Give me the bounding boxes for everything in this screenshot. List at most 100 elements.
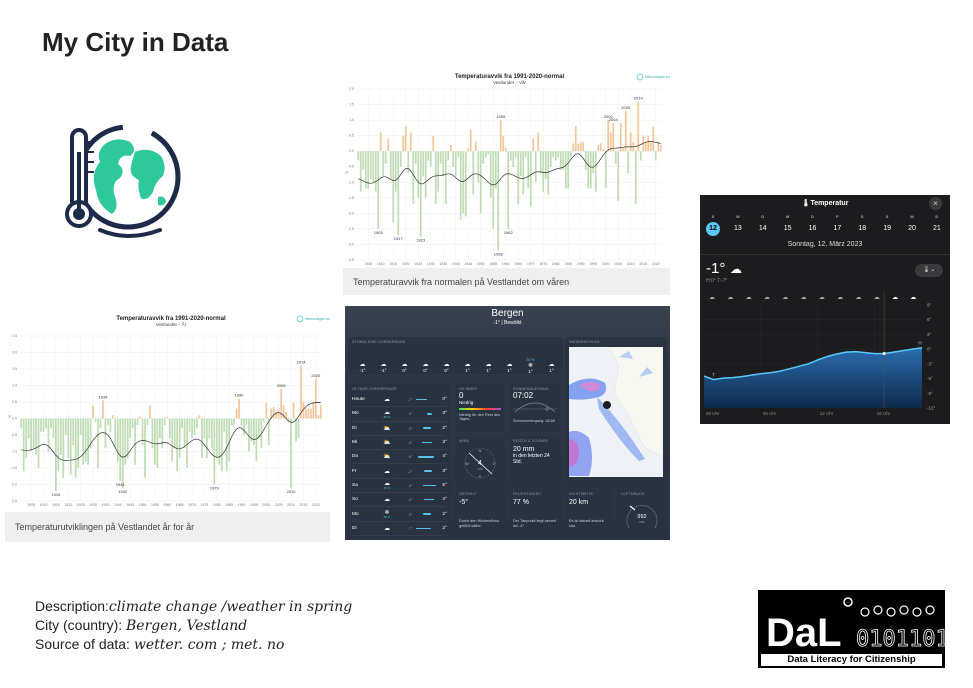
bar-1955 xyxy=(154,418,156,465)
bar-1945 xyxy=(467,148,470,152)
wind-unit: m/s xyxy=(478,467,483,471)
compass-w: W xyxy=(465,461,469,466)
bar-1924 xyxy=(77,418,80,468)
bar-1989 xyxy=(577,143,580,152)
bar-1977 xyxy=(208,418,211,439)
day-label: So xyxy=(352,497,358,503)
bar-1962 xyxy=(509,151,512,161)
day-label: Mi xyxy=(352,440,358,446)
y-tick-label: 3° xyxy=(927,332,932,337)
date-picker-day[interactable]: S 18 xyxy=(852,214,872,236)
bar-1903 xyxy=(25,418,28,459)
bar-1910 xyxy=(42,418,45,432)
bar-1953 xyxy=(487,151,490,155)
hourly-item: ☁ 1° xyxy=(541,357,562,373)
bar-1927 xyxy=(422,151,425,177)
bar-1953 xyxy=(149,405,151,419)
bar-1946 xyxy=(131,418,134,429)
annotation-label: 1959 xyxy=(496,114,506,119)
hourly-temperature-chart: ☁ ☁ ☁ ☁ ☁ ☁ ☁ ☁ ☁ ☁ ☁ ☁ 9° 6° 3° 0° -3° -6° -9° -12° 00 Uhr 0… xyxy=(703,291,936,416)
bar-1928 xyxy=(424,151,427,198)
x-tick-label: 1950 xyxy=(477,262,485,266)
weekday-label: S xyxy=(711,214,715,219)
bar-1913 xyxy=(50,418,52,429)
precipitation-map-card[interactable]: Niederschlag xyxy=(565,337,667,487)
bar-1919 xyxy=(402,135,405,152)
card-label: Gefühlt xyxy=(459,492,477,496)
x-tick-label: 1955 xyxy=(151,503,159,507)
bar-1961 xyxy=(507,151,510,229)
bar-1909 xyxy=(377,151,380,229)
precip-value: 20 mm xyxy=(513,446,535,453)
pressure-card: Luftdruck 992 hPa xyxy=(617,489,667,537)
bar-1988 xyxy=(235,408,238,419)
weather-app-panel: Bergen -1° | Bewölkt Stündliche Vorhersa… xyxy=(345,306,670,540)
bar-1984 xyxy=(225,418,228,472)
now-marker-dot xyxy=(882,352,886,356)
x-tick-label: 1975 xyxy=(539,262,547,266)
bar-1952 xyxy=(484,151,487,158)
weekday-label: M xyxy=(785,214,790,219)
daily-row: Mo ☁ 60 % 0° 3° xyxy=(352,407,447,422)
temp-range-bar xyxy=(416,498,437,501)
date-number: 14 xyxy=(758,225,767,232)
low-temp: -3° xyxy=(407,425,413,431)
metric-selector-button[interactable]: 🌡⌄ xyxy=(915,264,943,277)
humidity-card: Feuchtigkeit 77 % Der Taupunkt liegt der… xyxy=(509,489,561,537)
bar-1957 xyxy=(497,151,500,251)
bar-2005 xyxy=(277,410,280,419)
uv-index-card: UV-Index 0 Niedrig Niedrig für den Rest … xyxy=(455,384,505,432)
card-label: Sichtweite xyxy=(569,492,594,496)
date-picker-day[interactable]: D 14 xyxy=(753,214,773,236)
precipitation-map[interactable] xyxy=(569,346,664,477)
weekday-label: D xyxy=(811,214,814,219)
x-tick-label: 2010 xyxy=(287,503,295,507)
x-tick-label: 1980 xyxy=(213,503,221,507)
date-picker-day[interactable]: M 20 xyxy=(902,214,922,236)
date-picker-day[interactable]: M 15 xyxy=(778,214,798,236)
bar-1914 xyxy=(52,418,55,439)
date-picker-day[interactable]: F 17 xyxy=(827,214,847,236)
bar-2001 xyxy=(607,120,610,152)
date-number: 20 xyxy=(908,225,916,232)
feels-value: -5° xyxy=(459,499,469,506)
bar-1938 xyxy=(449,144,452,152)
y-tick-label: -1.0 xyxy=(348,180,354,184)
bar-2022 xyxy=(319,405,322,419)
hourly-item: 30 % ❄ 1° xyxy=(520,358,541,374)
bar-1958 xyxy=(499,120,502,152)
y-tick-label: -1.5 xyxy=(11,466,17,470)
bar-1984 xyxy=(564,151,567,189)
cloud-icon: ☁ xyxy=(506,362,513,368)
cloud-icon: ☁ xyxy=(443,362,450,368)
date-picker-day[interactable]: S 19 xyxy=(877,214,897,236)
date-number: 13 xyxy=(733,225,742,232)
y-tick-label: -3.0 xyxy=(348,242,354,246)
bar-1917 xyxy=(59,418,62,455)
cloud-icon: ☁ xyxy=(801,295,807,301)
y-tick-label: -0.5 xyxy=(11,433,17,437)
x-tick-label: 1990 xyxy=(238,503,246,507)
bar-1969 xyxy=(188,418,191,432)
close-button[interactable]: × xyxy=(929,197,942,210)
daily-row: So ☁ -2° 4° xyxy=(352,493,447,508)
uv-scale xyxy=(459,408,501,410)
date-picker-day[interactable]: S 12 xyxy=(703,214,723,236)
hourly-item: ☁ 0° xyxy=(436,357,457,373)
visibility-value: 20 km xyxy=(569,499,589,506)
bar-1930 xyxy=(92,405,94,419)
bar-1932 xyxy=(434,151,437,205)
card-label: Niederschlag xyxy=(569,340,600,344)
temp-range-bar xyxy=(415,527,437,530)
source-value: wetter. com ; met. no xyxy=(133,637,285,653)
weekday-label: M xyxy=(910,214,914,219)
bar-1969 xyxy=(527,151,530,189)
chart-subtitle: Vestlandet – Vår xyxy=(493,79,527,85)
bar-2019 xyxy=(652,126,655,152)
date-picker-day[interactable]: D 21 xyxy=(927,214,947,236)
high-temp: 2° xyxy=(442,425,448,431)
date-picker-day[interactable]: M 13 xyxy=(728,214,748,236)
date-picker-day[interactable]: D 16 xyxy=(803,214,823,236)
bar-1913 xyxy=(387,138,390,152)
bar-1927 xyxy=(84,418,87,462)
